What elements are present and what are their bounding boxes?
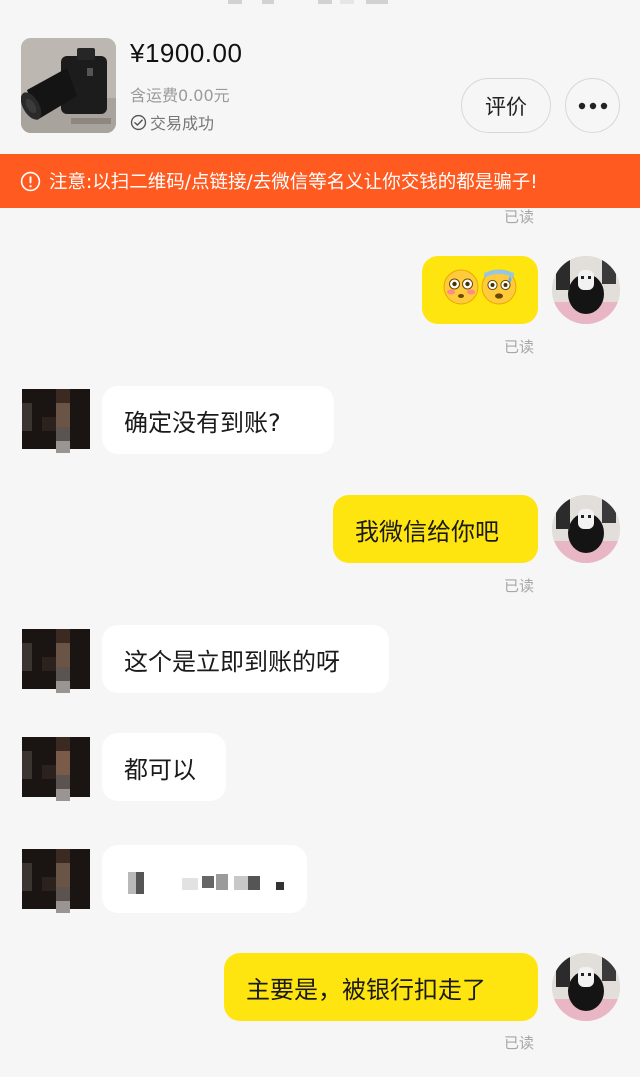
- blurred-status-strip: [0, 0, 640, 10]
- order-header: ¥1900.00 含运费0.00元 交易成功 评价: [0, 26, 640, 152]
- product-thumbnail-camera[interactable]: [21, 38, 116, 133]
- contact-avatar[interactable]: [22, 733, 90, 801]
- contact-avatar[interactable]: [22, 845, 90, 913]
- warning-text: 注意:以扫二维码/点链接/去微信等名义让你交钱的都是骗子!: [49, 172, 538, 193]
- emoji-anxious-sweat-icon: [480, 268, 518, 313]
- redacted-content: [124, 864, 285, 894]
- fraud-warning-banner: 注意:以扫二维码/点链接/去微信等名义让你交钱的都是骗子!: [0, 154, 640, 208]
- read-receipt: 已读: [504, 577, 535, 595]
- trade-status: 交易成功: [130, 110, 214, 134]
- my-avatar[interactable]: [552, 256, 620, 324]
- trade-status-label: 交易成功: [150, 114, 215, 133]
- more-options-button[interactable]: [565, 78, 620, 133]
- read-receipt: 已读: [504, 208, 535, 226]
- message-bubble-mine[interactable]: 主要是，被银行扣走了: [224, 953, 538, 1021]
- message-bubble-theirs[interactable]: 确定没有到账?: [102, 386, 334, 454]
- avatar-plush-icon: [552, 495, 620, 563]
- warning-circle-icon: [20, 171, 41, 191]
- message-bubble-theirs[interactable]: 都可以: [102, 733, 226, 801]
- message-bubble-theirs[interactable]: 这个是立即到账的呀: [102, 625, 389, 693]
- shipping-fee: 含运费0.00元: [130, 86, 230, 105]
- emoji-flushed-icon: [442, 268, 480, 313]
- my-avatar[interactable]: [552, 495, 620, 563]
- avatar-plush-icon: [552, 256, 620, 324]
- read-receipt: 已读: [504, 338, 535, 356]
- message-bubble-theirs-redacted[interactable]: [102, 845, 307, 913]
- avatar-plush-icon: [552, 953, 620, 1021]
- my-avatar[interactable]: [552, 953, 620, 1021]
- camera-icon: [21, 38, 116, 133]
- product-price: ¥1900.00: [130, 38, 243, 68]
- more-dots-icon: [578, 102, 607, 109]
- contact-avatar[interactable]: [22, 625, 90, 693]
- check-circle-icon: [130, 114, 147, 130]
- message-bubble-mine[interactable]: 我微信给你吧: [333, 495, 538, 563]
- read-receipt: 已读: [504, 1034, 535, 1052]
- contact-avatar[interactable]: [22, 385, 90, 453]
- message-bubble-mine[interactable]: [422, 256, 538, 324]
- rate-button[interactable]: 评价: [461, 78, 551, 133]
